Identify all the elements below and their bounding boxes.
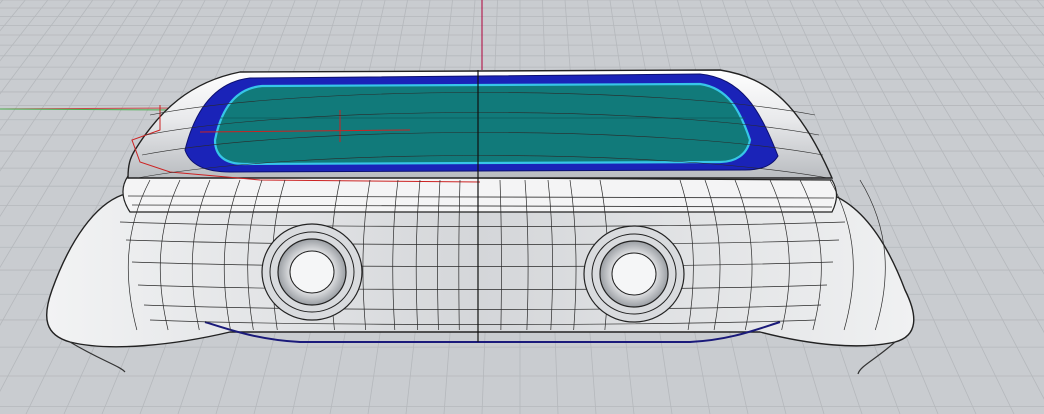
viewport-canvas[interactable]	[0, 0, 1044, 414]
side-button-left[interactable]	[261, 223, 363, 321]
grid-line	[946, 0, 1044, 137]
grid-line	[0, 0, 71, 95]
grid-line	[969, 0, 1044, 100]
grid-line	[924, 0, 1044, 178]
grid-line	[0, 0, 26, 32]
world-y-axis	[0, 108, 181, 111]
grid-line	[991, 0, 1044, 67]
grid-line	[0, 0, 94, 131]
grid-line	[0, 0, 4, 4]
case-side-shell[interactable]	[45, 193, 915, 348]
grid-line	[901, 0, 1044, 224]
grid-line	[834, 0, 1044, 400]
rhino-perspective-viewport[interactable]	[0, 0, 1044, 414]
watch-case-model[interactable]	[45, 69, 915, 375]
side-button-right[interactable]	[583, 225, 685, 323]
display-screen[interactable]	[213, 82, 752, 166]
